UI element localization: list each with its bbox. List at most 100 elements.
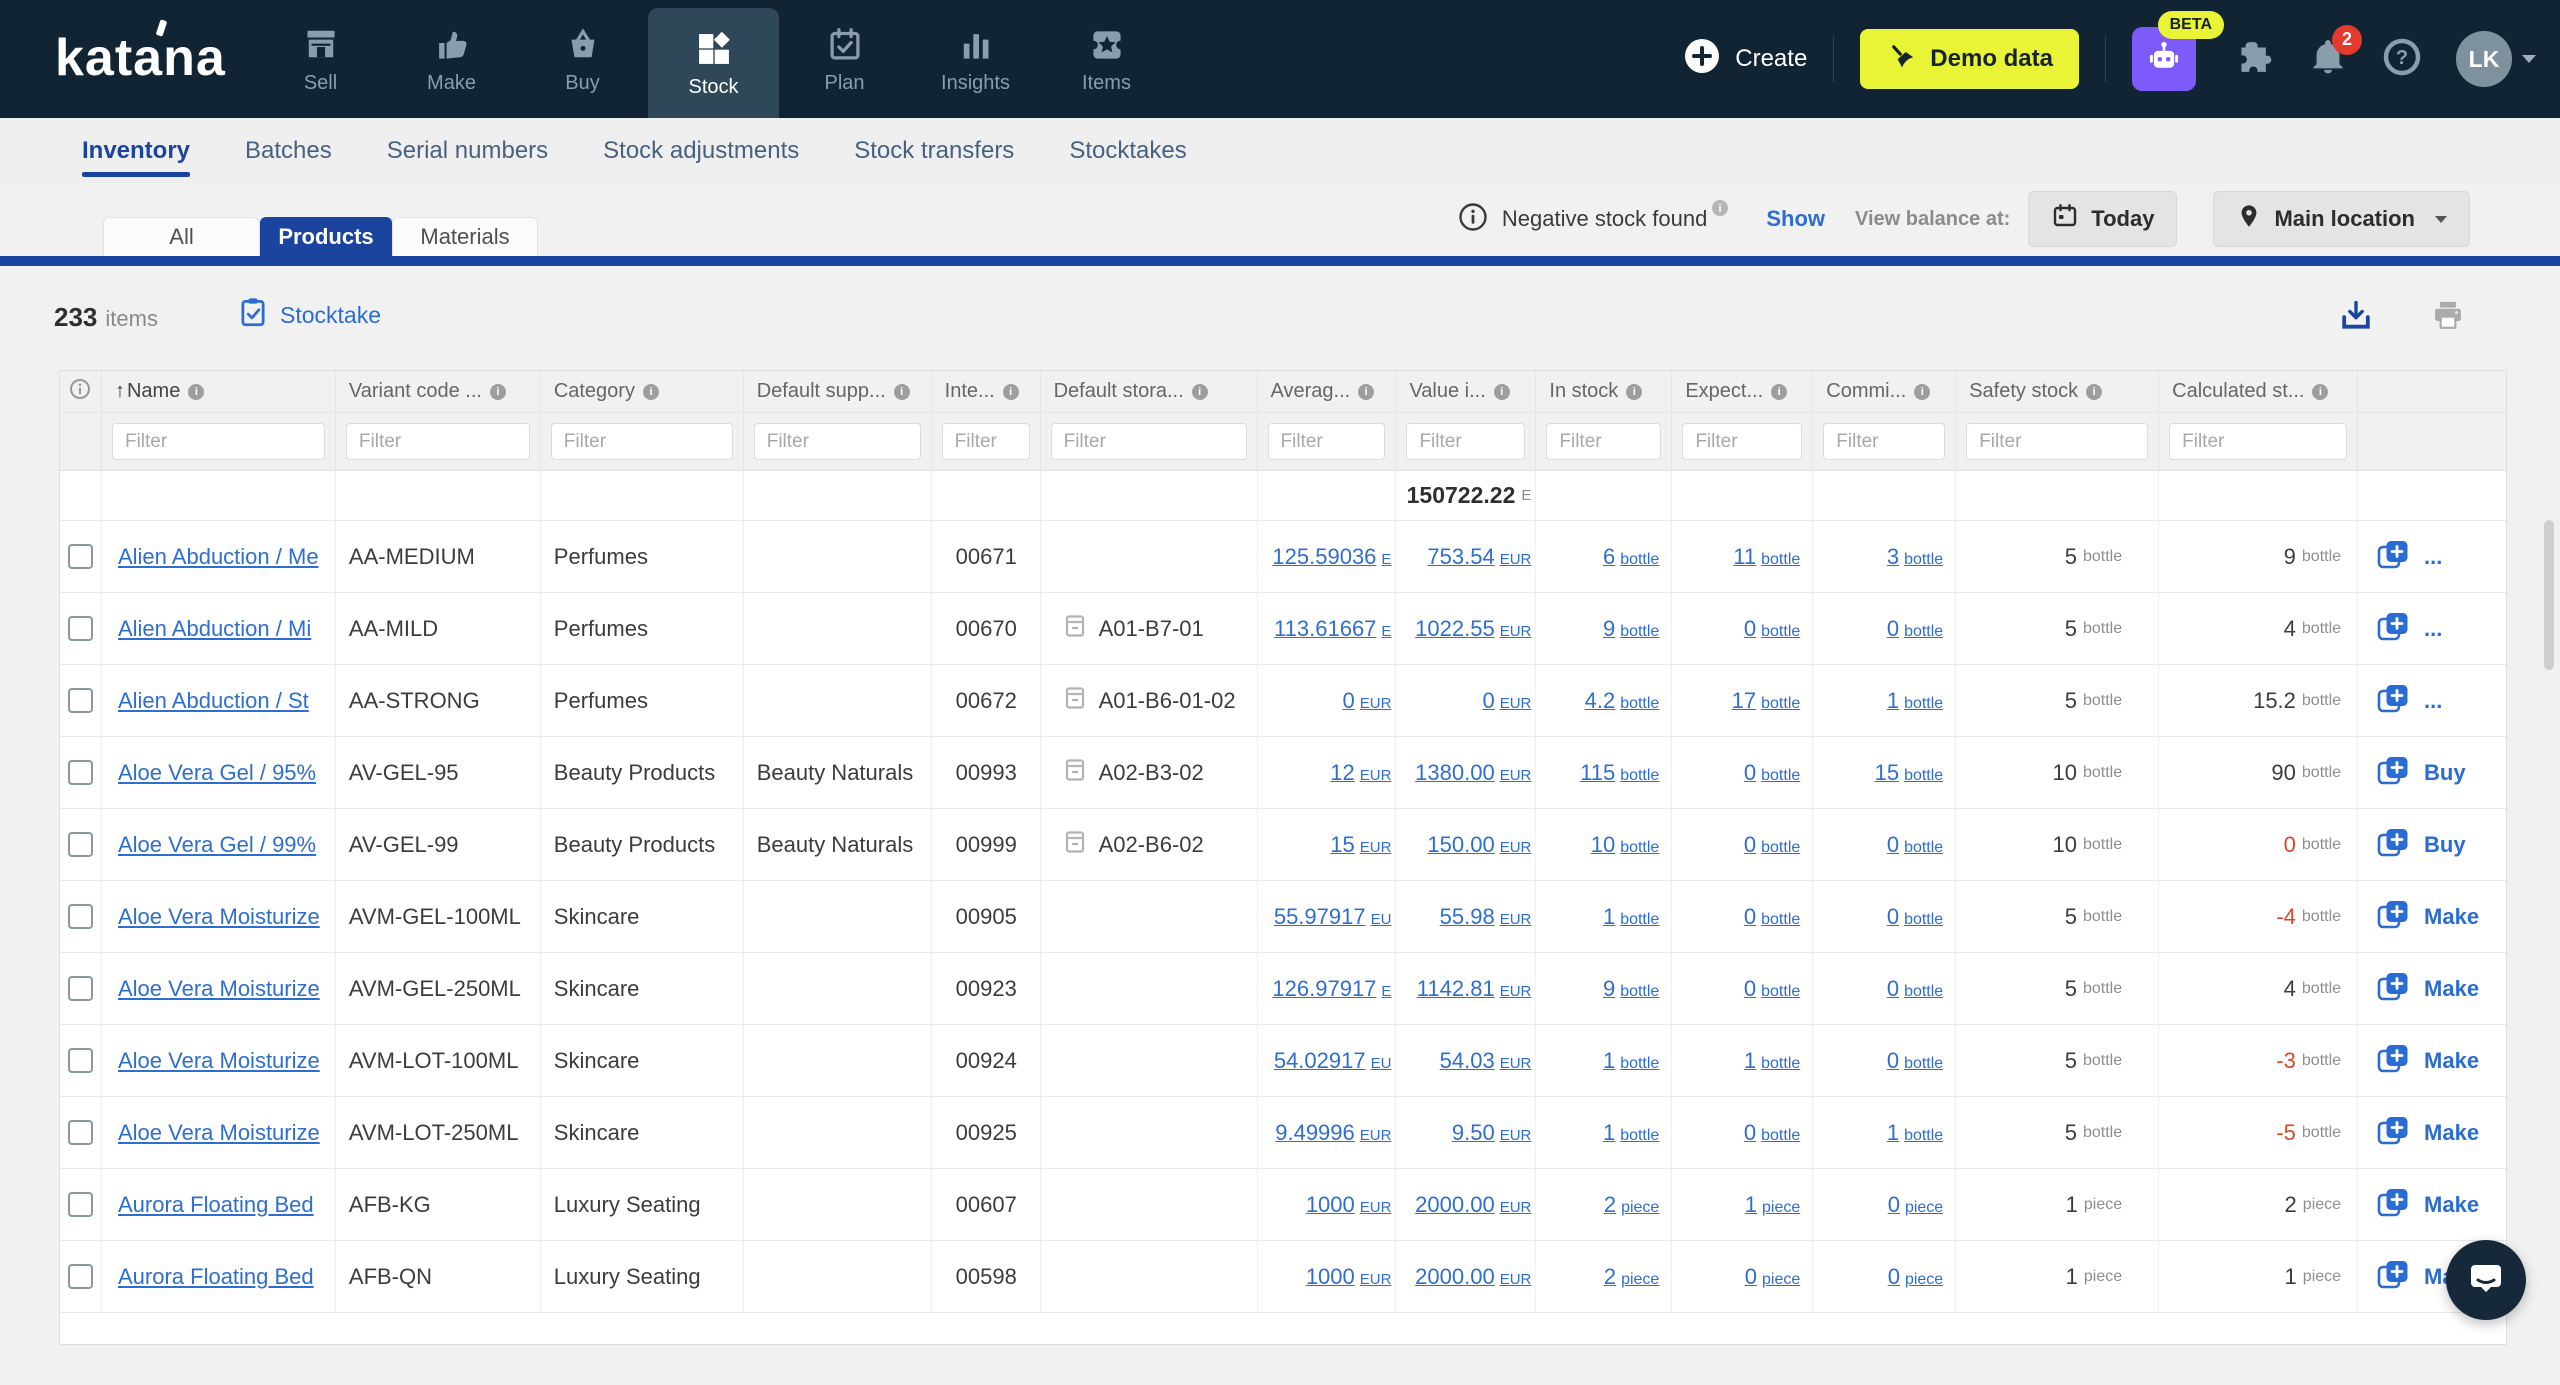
average-cost-link[interactable]: 55.97917EU (1274, 904, 1392, 930)
print-button[interactable] (2430, 298, 2466, 339)
row-action-button[interactable]: Make (2424, 1048, 2479, 1074)
expected-link[interactable]: 0bottle (1744, 1120, 1800, 1146)
create-order-icon[interactable] (2376, 682, 2410, 720)
committed-link[interactable]: 15bottle (1875, 760, 1944, 786)
column-header-default-supp[interactable]: Default supp...i (744, 371, 932, 412)
filter-input[interactable] (754, 423, 921, 460)
column-header-expect[interactable]: Expect...i (1672, 371, 1813, 412)
item-name-link[interactable]: Aloe Vera Gel / 99% (118, 832, 316, 858)
subnav-item-stocktakes[interactable]: Stocktakes (1069, 118, 1186, 183)
in-stock-link[interactable]: 9bottle (1603, 976, 1659, 1002)
expected-link[interactable]: 0piece (1745, 1264, 1801, 1290)
value-in-stock-link[interactable]: 9.50EUR (1452, 1120, 1532, 1146)
download-button[interactable] (2338, 298, 2374, 339)
subnav-item-serial-numbers[interactable]: Serial numbers (387, 118, 548, 183)
create-order-icon[interactable] (2376, 754, 2410, 792)
subnav-item-stock-transfers[interactable]: Stock transfers (854, 118, 1014, 183)
in-stock-link[interactable]: 10bottle (1591, 832, 1660, 858)
committed-link[interactable]: 0bottle (1887, 616, 1943, 642)
filter-input[interactable] (1823, 423, 1945, 460)
committed-link[interactable]: 0bottle (1887, 832, 1943, 858)
average-cost-link[interactable]: 113.61667E (1274, 616, 1391, 642)
column-header-name[interactable]: ↑Namei (102, 371, 336, 412)
subnav-item-batches[interactable]: Batches (245, 118, 332, 183)
scrollbar-thumb[interactable] (2544, 520, 2554, 670)
row-action-button[interactable]: ... (2424, 544, 2442, 570)
average-cost-link[interactable]: 126.97917E (1272, 976, 1391, 1002)
create-order-icon[interactable] (2376, 970, 2410, 1008)
in-stock-link[interactable]: 9bottle (1603, 616, 1659, 642)
integrations-button[interactable] (2236, 38, 2274, 81)
column-header-in-stock[interactable]: In stocki (1536, 371, 1672, 412)
expected-link[interactable]: 0bottle (1744, 832, 1800, 858)
item-name-link[interactable]: Aloe Vera Moisturize (118, 976, 320, 1002)
average-cost-link[interactable]: 9.49996EUR (1275, 1120, 1391, 1146)
filter-input[interactable] (1546, 423, 1661, 460)
value-in-stock-link[interactable]: 1142.81EUR (1417, 976, 1532, 1002)
row-checkbox[interactable] (68, 1048, 93, 1073)
subnav-item-inventory[interactable]: Inventory (82, 118, 190, 183)
committed-link[interactable]: 0bottle (1887, 1048, 1943, 1074)
row-action-button[interactable]: Make (2424, 1192, 2479, 1218)
expected-link[interactable]: 0bottle (1744, 904, 1800, 930)
row-checkbox[interactable] (68, 760, 93, 785)
show-negative-stock-link[interactable]: Show (1766, 206, 1825, 232)
nav-item-sell[interactable]: Sell (255, 0, 386, 118)
column-header-inte[interactable]: Inte...i (932, 371, 1041, 412)
nav-item-buy[interactable]: Buy (517, 0, 648, 118)
row-checkbox[interactable] (68, 1120, 93, 1145)
account-menu[interactable]: LK (2456, 31, 2536, 87)
in-stock-link[interactable]: 2piece (1604, 1192, 1660, 1218)
column-header-default-stora[interactable]: Default stora...i (1041, 371, 1258, 412)
subnav-item-stock-adjustments[interactable]: Stock adjustments (603, 118, 799, 183)
average-cost-link[interactable]: 15EUR (1330, 832, 1391, 858)
location-picker-button[interactable]: Main location (2213, 191, 2470, 247)
stocktake-button[interactable]: Stocktake (238, 296, 381, 334)
item-name-link[interactable]: Aloe Vera Moisturize (118, 1120, 320, 1146)
value-in-stock-link[interactable]: 54.03EUR (1440, 1048, 1532, 1074)
average-cost-link[interactable]: 0EUR (1343, 688, 1392, 714)
item-name-link[interactable]: Aurora Floating Bed (118, 1264, 314, 1290)
in-stock-link[interactable]: 6bottle (1603, 544, 1659, 570)
notifications-button[interactable]: 2 (2308, 37, 2348, 82)
committed-link[interactable]: 0piece (1888, 1192, 1944, 1218)
column-header-category[interactable]: Categoryi (541, 371, 744, 412)
expected-link[interactable]: 0bottle (1744, 760, 1800, 786)
average-cost-link[interactable]: 54.02917EU (1274, 1048, 1392, 1074)
value-in-stock-link[interactable]: 2000.00EUR (1415, 1264, 1531, 1290)
committed-link[interactable]: 3bottle (1887, 544, 1943, 570)
column-header-variant-code[interactable]: Variant code ...i (336, 371, 541, 412)
filter-input[interactable] (551, 423, 733, 460)
create-order-icon[interactable] (2376, 1186, 2410, 1224)
committed-link[interactable]: 0bottle (1887, 976, 1943, 1002)
item-name-link[interactable]: Alien Abduction / St (118, 688, 309, 714)
tab-products[interactable]: Products (260, 217, 392, 256)
chat-widget-button[interactable] (2446, 1240, 2526, 1320)
expected-link[interactable]: 17bottle (1732, 688, 1801, 714)
committed-link[interactable]: 0bottle (1887, 904, 1943, 930)
item-name-link[interactable]: Alien Abduction / Me (118, 544, 319, 570)
help-button[interactable]: ? (2382, 37, 2422, 82)
tab-materials[interactable]: Materials (392, 217, 538, 256)
in-stock-link[interactable]: 1bottle (1603, 1048, 1659, 1074)
average-cost-link[interactable]: 12EUR (1330, 760, 1391, 786)
nav-item-stock[interactable]: Stock (648, 8, 779, 118)
in-stock-link[interactable]: 1bottle (1603, 1120, 1659, 1146)
average-cost-link[interactable]: 1000EUR (1306, 1192, 1392, 1218)
tab-all[interactable]: All (103, 217, 260, 256)
expected-link[interactable]: 0bottle (1744, 976, 1800, 1002)
nav-item-plan[interactable]: Plan (779, 0, 910, 118)
katana-logo[interactable]: katana (55, 28, 226, 88)
column-header-value-i[interactable]: Value i...i (1396, 371, 1536, 412)
nav-item-make[interactable]: Make (386, 0, 517, 118)
in-stock-link[interactable]: 2piece (1604, 1264, 1660, 1290)
row-checkbox[interactable] (68, 1192, 93, 1217)
column-header-safety-stock[interactable]: Safety stocki (1956, 371, 2159, 412)
committed-link[interactable]: 0piece (1888, 1264, 1944, 1290)
row-action-button[interactable]: ... (2424, 616, 2442, 642)
value-in-stock-link[interactable]: 150.00EUR (1427, 832, 1531, 858)
value-in-stock-link[interactable]: 1022.55EUR (1415, 616, 1531, 642)
filter-input[interactable] (1268, 423, 1386, 460)
create-order-icon[interactable] (2376, 610, 2410, 648)
row-checkbox[interactable] (68, 1264, 93, 1289)
